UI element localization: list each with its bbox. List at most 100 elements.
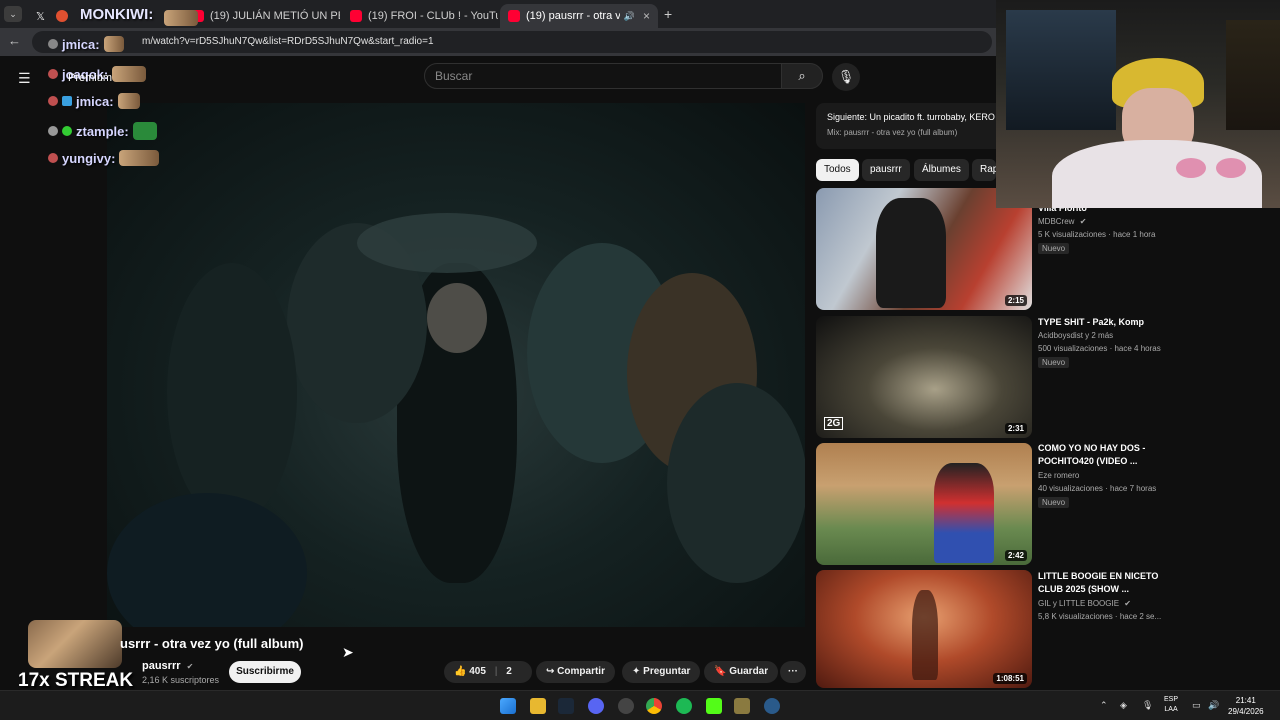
tab-pausrrr[interactable]: (19) pausrrr - otra vez yo (f 🔊 × <box>500 4 658 28</box>
volume-icon[interactable]: 🔊 <box>1208 700 1219 711</box>
language-indicator[interactable]: ESP LAA <box>1164 695 1178 715</box>
webcam-overlay <box>996 0 1280 208</box>
search-icon[interactable]: ⌕ <box>781 63 823 89</box>
video-channel[interactable]: GIL y LITTLE BOOGIE ✔ <box>1038 599 1131 608</box>
url-input[interactable]: m/watch?v=rD5SJhuN7Qw&list=RDrD5SJhuN7Qw… <box>32 31 992 53</box>
chip-pausrrr[interactable]: pausrrr <box>862 159 910 181</box>
chat-line: ztample: <box>48 122 157 140</box>
obs-icon[interactable] <box>618 698 634 714</box>
window-background <box>1226 20 1280 130</box>
file-explorer-icon[interactable] <box>530 698 546 714</box>
emote-image <box>103 36 124 52</box>
subscribe-button[interactable]: Suscribirme <box>229 661 301 683</box>
windows-start-icon[interactable] <box>500 698 516 714</box>
tab-froi[interactable]: (19) FROI - CLUb ! - YouTube × <box>342 4 498 28</box>
badge-icon <box>48 153 58 163</box>
taskbar: ⌃ ◈ 🎙 ESP LAA ▭ 🔊 21:41 29/4/2026 <box>0 690 1280 720</box>
display-icon[interactable]: ▭ <box>1192 700 1201 711</box>
share-button[interactable]: ↪ Compartir <box>536 661 615 683</box>
tab-julian[interactable]: (19) JULIÁN METIÓ UN PENAL × <box>184 4 340 28</box>
app-icon[interactable] <box>764 698 780 714</box>
up-next-panel[interactable]: Siguiente: Un picadito ft. turrobaby, KE… <box>816 103 1016 149</box>
streak-label: 17x STREAK <box>18 670 134 691</box>
system-clock[interactable]: 21:41 29/4/2026 <box>1228 695 1264 717</box>
chrome-icon[interactable] <box>646 698 662 714</box>
chat-username: yungivy: <box>62 150 116 166</box>
channel-name[interactable]: pausrrr ✔ <box>142 660 193 672</box>
video-thumbnail[interactable]: 2G 2:31 <box>816 316 1032 438</box>
red-circle-icon <box>56 10 68 22</box>
shirt-print-shape <box>1176 158 1206 178</box>
youtube-icon <box>350 10 362 22</box>
crowd-figure <box>667 383 805 583</box>
back-arrow-icon[interactable]: ← <box>8 33 21 48</box>
emote-image <box>119 150 160 166</box>
security-icon[interactable]: ◈ <box>1120 700 1127 711</box>
close-icon[interactable]: × <box>635 9 650 23</box>
microphone-icon[interactable]: 🎙 <box>832 63 860 91</box>
duration-badge: 1:08:51 <box>993 673 1027 684</box>
video-channel[interactable]: Acidboysdist y 2 más <box>1038 331 1113 340</box>
tab-search-button[interactable]: ⌄ <box>4 6 22 22</box>
video-thumbnail[interactable]: 2:42 <box>816 443 1032 565</box>
video-title: usrrr - otra vez yo (full album) <box>120 636 304 651</box>
spotify-icon[interactable] <box>676 698 692 714</box>
channel-name-text[interactable]: pausrrr <box>142 660 181 672</box>
emote-image <box>117 93 140 109</box>
share-label: Compartir <box>557 666 605 677</box>
chip-albumes[interactable]: Álbumes <box>914 159 969 181</box>
sparkle-icon: ✦ <box>632 666 641 677</box>
video-channel[interactable]: MDBCrew ✔ <box>1038 217 1086 226</box>
video-title[interactable]: LITTLE BOOGIE EN NICETO CLUB 2025 (SHOW … <box>1038 570 1178 596</box>
badge-icon <box>48 69 58 79</box>
mouse-cursor-icon: ➤ <box>342 644 354 660</box>
video-title[interactable]: TYPE SHIT - Pa2k, Komp <box>1038 316 1178 329</box>
like-button[interactable]: 👍 405 <box>454 666 486 677</box>
tab-x[interactable]: 𝕏 <box>28 4 48 28</box>
save-button[interactable]: 🔖 Guardar <box>704 661 779 683</box>
dislike-count[interactable]: 2 <box>506 666 512 677</box>
thumbs-up-icon: 👍 <box>454 666 467 677</box>
video-thumbnail[interactable]: 1:08:51 <box>816 570 1032 688</box>
app-icon[interactable] <box>734 698 750 714</box>
video-channel[interactable]: Eze romero <box>1038 471 1079 480</box>
chip-rap[interactable]: Rap <box>972 159 996 181</box>
chat-username: jmica: <box>62 36 100 52</box>
verified-icon: ✔ <box>1079 217 1087 226</box>
clock-time: 21:41 <box>1235 696 1256 705</box>
badge-icon <box>48 39 58 49</box>
menu-icon[interactable]: ☰ <box>18 70 31 87</box>
discord-icon[interactable] <box>588 698 604 714</box>
shirt-print-shape <box>1216 158 1246 178</box>
new-tab-button[interactable]: + <box>664 6 672 22</box>
video-player[interactable] <box>107 103 805 627</box>
tab-label: (19) pausrrr - otra vez yo (f <box>526 10 620 22</box>
duration-badge: 2:31 <box>1004 423 1027 434</box>
more-actions-button[interactable]: ··· <box>780 661 806 683</box>
tab-misc[interactable] <box>48 4 72 28</box>
badge-icon <box>62 126 72 136</box>
streak-emote-image <box>28 620 122 668</box>
video-stats: 5,8 K visualizaciones · hace 2 se... <box>1038 612 1162 621</box>
divider: | <box>494 666 498 677</box>
like-count: 405 <box>469 666 486 677</box>
video-title[interactable]: COMO YO NO HAY DOS - POCHITO420 (VIDEO .… <box>1038 442 1178 468</box>
emote-image <box>132 122 157 140</box>
kick-icon[interactable] <box>706 698 722 714</box>
search-input[interactable]: Buscar <box>424 63 782 89</box>
share-icon: ↪ <box>546 666 555 677</box>
ask-button[interactable]: ✦ Preguntar <box>622 661 701 683</box>
chevron-up-icon[interactable]: ⌃ <box>1100 700 1108 711</box>
tab-label: (19) JULIÁN METIÓ UN PENAL <box>210 10 340 22</box>
window-background <box>1006 10 1116 130</box>
microphone-icon[interactable]: 🎙 <box>1142 700 1153 711</box>
chip-todos[interactable]: Todos <box>816 159 859 181</box>
new-badge: Nuevo <box>1038 243 1070 254</box>
steam-icon[interactable] <box>558 698 574 714</box>
speaker-icon[interactable]: 🔊 <box>624 11 635 22</box>
video-stats: 500 visualizaciones · hace 4 horas <box>1038 344 1161 353</box>
chat-user-monkiwi: MONKIWI: <box>80 6 154 23</box>
channel-text[interactable]: MDBCrew <box>1038 217 1074 226</box>
channel-text[interactable]: GIL y LITTLE BOOGIE <box>1038 599 1119 608</box>
verified-icon: ✔ <box>186 662 194 671</box>
